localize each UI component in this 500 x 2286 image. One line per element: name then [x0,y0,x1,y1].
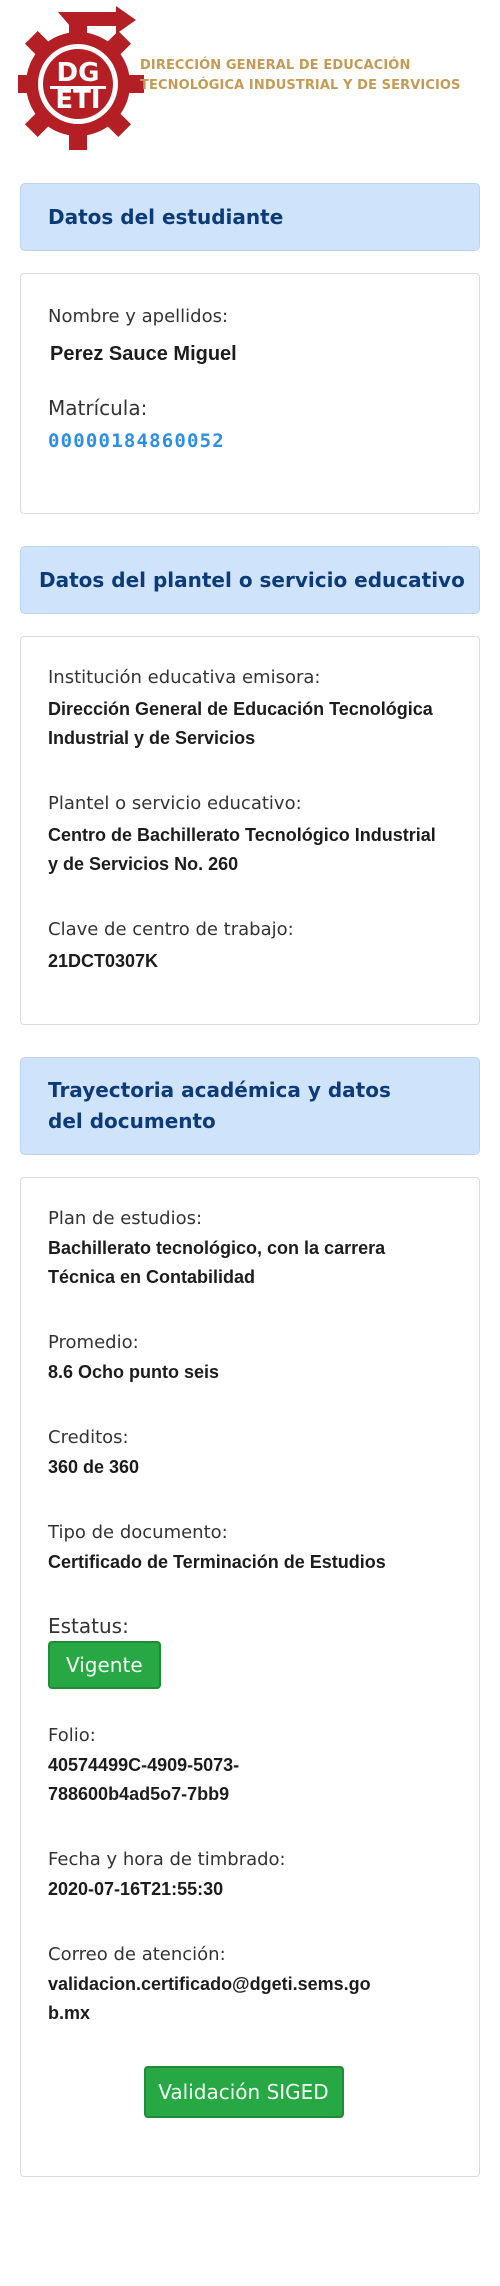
tipo-value: Certificado de Terminación de Estudios [48,1552,386,1572]
matricula-label: Matrícula: [48,396,148,420]
academic-section-title: Trayectoria académica y datos del docume… [48,1078,391,1133]
correo-line1: validacion.certificado@dgeti.sems.go [48,1974,371,1994]
correo-value: validacion.certificado@dgeti.sems.go b.m… [48,1970,439,2028]
creditos-value: 360 de 360 [48,1457,140,1477]
folio-label: Folio: [48,1725,96,1746]
status-badge: Vigente [48,1641,161,1689]
school-section-title: Datos del plantel o servicio educativo [39,568,465,592]
promedio-label: Promedio: [48,1332,139,1353]
dgeti-logo: DG ETI [18,6,144,150]
estatus-label: Estatus: [48,1614,129,1638]
svg-text:ETI: ETI [55,85,100,115]
plantel-value: Centro de Bachillerato Tecnológico Indus… [48,825,436,874]
tipo-label: Tipo de documento: [48,1522,228,1543]
institution-label: Institución educativa emisora: [48,667,321,688]
organization-name: DIRECCIÓN GENERAL DE EDUCACIÓN TECNOLÓGI… [140,56,490,96]
student-card: Nombre y apellidos: Perez Sauce Miguel M… [20,273,480,514]
org-name-line1: DIRECCIÓN GENERAL DE EDUCACIÓN [140,58,411,73]
school-section-header: Datos del plantel o servicio educativo [20,546,480,614]
clave-value: 21DCT0307K [48,951,159,971]
student-name: Perez Sauce Miguel [50,343,237,365]
matricula-value: 00000184860052 [48,430,225,452]
folio-line1: 40574499C-4909-5073- [48,1755,240,1775]
institution-value: Dirección General de Educación Tecnológi… [48,699,433,748]
school-card: Institución educativa emisora: Dirección… [20,636,480,1025]
svg-text:DG: DG [57,58,100,88]
creditos-label: Creditos: [48,1427,129,1448]
fecha-value: 2020-07-16T21:55:30 [48,1879,224,1899]
siged-validation-button[interactable]: Validación SIGED [143,2066,344,2118]
clave-label: Clave de centro de trabajo: [48,919,294,940]
plantel-label: Plantel o servicio educativo: [48,793,302,814]
plan-label: Plan de estudios: [48,1208,203,1229]
promedio-value: 8.6 Ocho punto seis [48,1362,220,1382]
org-name-line2: TECNOLÓGICA INDUSTRIAL Y DE SERVICIOS [140,78,461,93]
fecha-label: Fecha y hora de timbrado: [48,1849,286,1870]
correo-line2: b.mx [48,2003,91,2023]
correo-label: Correo de atención: [48,1944,226,1965]
student-section-title: Datos del estudiante [48,205,284,229]
academic-card: Plan de estudios: Bachillerato tecnológi… [20,1177,480,2177]
folio-value: 40574499C-4909-5073- 788600b4ad5o7-7bb9 [48,1751,439,1809]
student-section-header: Datos del estudiante [20,183,480,251]
name-label: Nombre y apellidos: [48,306,229,327]
folio-line2: 788600b4ad5o7-7bb9 [48,1784,230,1804]
plan-value: Bachillerato tecnológico, con la carrera… [48,1238,386,1287]
academic-section-header: Trayectoria académica y datos del docume… [20,1057,480,1155]
page-header: DG ETI DIRECCIÓN GENERAL DE EDUCACIÓN TE… [0,0,500,160]
